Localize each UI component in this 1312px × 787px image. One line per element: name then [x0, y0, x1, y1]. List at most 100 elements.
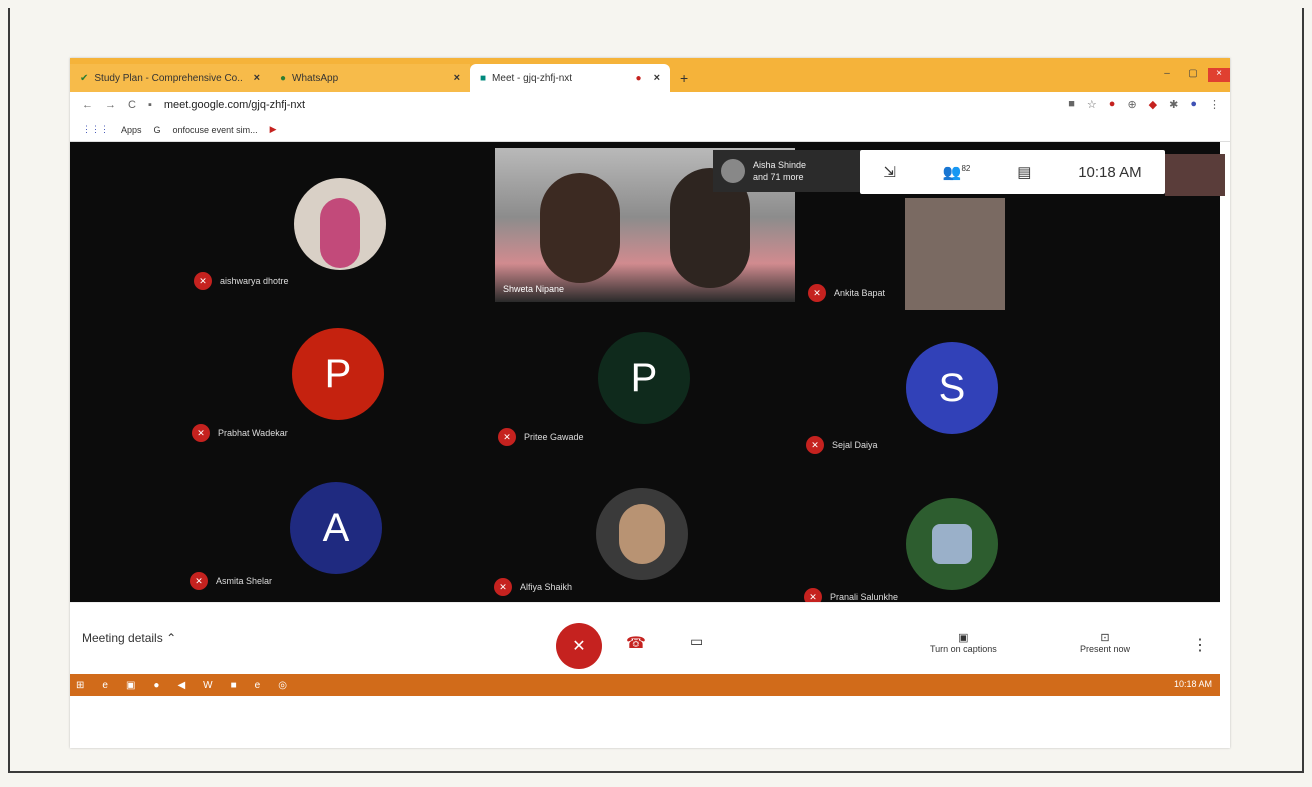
lock-icon: ▪ — [147, 99, 152, 111]
participant-name: Shweta Nipane — [503, 284, 565, 294]
present-now-button[interactable]: ⊡ Present now — [1080, 631, 1130, 654]
tab-bar: ✔ Study Plan - Comprehensive Co.. × ● Wh… — [70, 58, 1230, 92]
puzzle-icon[interactable]: ✱ — [1169, 98, 1178, 111]
new-tab-button[interactable]: + — [670, 64, 698, 92]
participant-photo — [905, 198, 1005, 310]
app-icon[interactable]: ■ — [231, 680, 237, 691]
bookmarks-bar: ⋮⋮⋮ Apps G onfocuse event sim... ▶ — [70, 118, 1230, 142]
reload-icon[interactable]: C — [128, 99, 136, 111]
monitor-screen: ✔ Study Plan - Comprehensive Co.. × ● Wh… — [70, 58, 1230, 748]
window-close-icon[interactable]: × — [1208, 68, 1230, 82]
apps-icon[interactable]: ⋮⋮⋮ — [82, 124, 109, 135]
avatar — [721, 159, 745, 183]
camera-icon[interactable]: ■ — [1068, 98, 1075, 111]
tab-label: WhatsApp — [292, 72, 339, 84]
participant-avatar: P — [292, 328, 384, 420]
address-bar: ← → C ▪ meet.google.com/gjq-zhfj-nxt ■ ☆… — [70, 92, 1230, 118]
self-view — [1165, 154, 1225, 196]
meet-icon: ■ — [480, 72, 487, 84]
participant-label: ✕ Sejal Daiya — [806, 436, 878, 454]
participant-label: ✕ Prabhat Wadekar — [192, 424, 288, 442]
participants-count: 82 — [961, 164, 971, 173]
word-icon[interactable]: W — [203, 680, 212, 691]
tab-label: Meet - gjq-zhfj-nxt — [492, 72, 573, 84]
more-participants-chip[interactable]: Aisha Shinde and 71 more — [713, 150, 863, 192]
meeting-controls: Meeting details ⌃ ✕ ☎ ▭ ▣ Turn on captio… — [70, 602, 1220, 674]
bookmark-apps[interactable]: Apps — [121, 125, 142, 135]
minimize-icon[interactable]: – — [1156, 68, 1178, 82]
firefox-icon[interactable]: ● — [153, 680, 159, 691]
youtube-icon[interactable]: ▶ — [270, 124, 277, 135]
close-icon[interactable]: × — [454, 72, 460, 84]
participant-name: Sejal Daiya — [832, 440, 878, 450]
present-label: Present now — [1080, 644, 1131, 654]
app-icon[interactable]: ▣ — [126, 680, 135, 691]
present-icon: ⊡ — [1100, 632, 1110, 644]
camera-icon: ▭ — [690, 633, 704, 649]
close-icon[interactable]: × — [254, 72, 260, 84]
mic-muted-icon: ✕ — [494, 578, 512, 596]
participant-label: ✕ Alfiya Shaikh — [494, 578, 572, 596]
microphone-toggle-button[interactable]: ✕ — [556, 623, 602, 669]
meeting-details-button[interactable]: Meeting details ⌃ — [82, 631, 176, 645]
taskbar-clock: 10:18 AM — [1173, 679, 1212, 689]
participant-photo — [294, 178, 386, 270]
more-options-icon[interactable]: ⋮ — [1192, 635, 1208, 655]
participant-avatar: A — [290, 482, 382, 574]
participant-name: Pranali Salunkhe — [830, 592, 899, 602]
menu-icon[interactable]: ⋮ — [1209, 98, 1220, 111]
maximize-icon[interactable]: ▢ — [1182, 68, 1204, 82]
extension-icon[interactable]: ⊕ — [1127, 98, 1136, 111]
mic-muted-icon: ✕ — [192, 424, 210, 442]
people-icon[interactable]: 👥82 — [943, 163, 971, 181]
chrome-icon[interactable]: ◎ — [278, 680, 287, 691]
camera-toggle-button[interactable]: ▭ — [690, 633, 703, 650]
chevron-up-icon: ⌃ — [166, 631, 177, 645]
whatsapp-icon: ● — [280, 72, 287, 84]
mic-muted-icon: ✕ — [194, 272, 212, 290]
extension-icon[interactable]: ● — [1109, 98, 1116, 111]
bookmark-onfocuse[interactable]: onfocuse event sim... — [173, 125, 258, 135]
participant-label: ✕ Pritee Gawade — [498, 428, 584, 446]
chat-icon[interactable]: ▤ — [1017, 163, 1031, 181]
extension-icon[interactable]: ◆ — [1149, 98, 1157, 111]
meet-topbar: ⇲ 👥82 ▤ 10:18 AM — [860, 150, 1165, 194]
extensions-area: ■ ☆ ● ⊕ ◆ ✱ ● ⋮ — [1068, 98, 1220, 111]
tab-meet[interactable]: ■ Meet - gjq-zhfj-nxt ● × — [470, 64, 670, 92]
participant-name: Ankita Bapat — [834, 288, 886, 298]
url-field[interactable]: meet.google.com/gjq-zhfj-nxt — [164, 99, 305, 111]
ie-icon[interactable]: e — [102, 680, 108, 691]
participant-name: Pritee Gawade — [524, 432, 584, 442]
star-icon[interactable]: ☆ — [1087, 98, 1097, 111]
mic-muted-icon: ✕ — [806, 436, 824, 454]
more-chip-line1: Aisha Shinde — [753, 160, 807, 170]
more-chip-line2: and 71 more — [753, 172, 804, 182]
recording-icon: ● — [635, 72, 642, 84]
google-icon: G — [153, 124, 161, 135]
windows-taskbar: ⊞ e ▣ ● ◀ W ■ e ◎ 10:18 AM — [70, 674, 1220, 696]
phone-hangup-icon: ☎ — [626, 635, 646, 652]
back-icon[interactable]: ← — [82, 99, 93, 111]
captions-button[interactable]: ▣ Turn on captions — [930, 631, 997, 654]
participant-avatar: P — [598, 332, 690, 424]
participant-name: Asmita Shelar — [216, 576, 273, 586]
close-icon[interactable]: × — [654, 72, 660, 84]
participant-label: ✕ Asmita Shelar — [190, 572, 272, 590]
captions-label: Turn on captions — [930, 644, 997, 654]
mic-muted-icon: ✕ — [808, 284, 826, 302]
forward-icon[interactable]: → — [105, 99, 116, 111]
mic-off-icon: ✕ — [572, 638, 586, 655]
participant-name: Prabhat Wadekar — [218, 428, 288, 438]
edge-icon[interactable]: e — [255, 680, 261, 691]
leave-call-button[interactable]: ☎ — [626, 633, 646, 653]
media-icon[interactable]: ◀ — [177, 680, 185, 691]
participant-photo — [906, 498, 998, 590]
profile-icon[interactable]: ● — [1190, 98, 1197, 111]
mic-muted-icon: ✕ — [190, 572, 208, 590]
start-icon[interactable]: ⊞ — [76, 680, 84, 691]
tab-whatsapp[interactable]: ● WhatsApp × — [270, 64, 470, 92]
share-icon[interactable]: ⇲ — [883, 163, 896, 181]
meeting-details-label: Meeting details — [82, 631, 163, 645]
captions-icon: ▣ — [958, 632, 969, 644]
tab-study-plan[interactable]: ✔ Study Plan - Comprehensive Co.. × — [70, 64, 270, 92]
